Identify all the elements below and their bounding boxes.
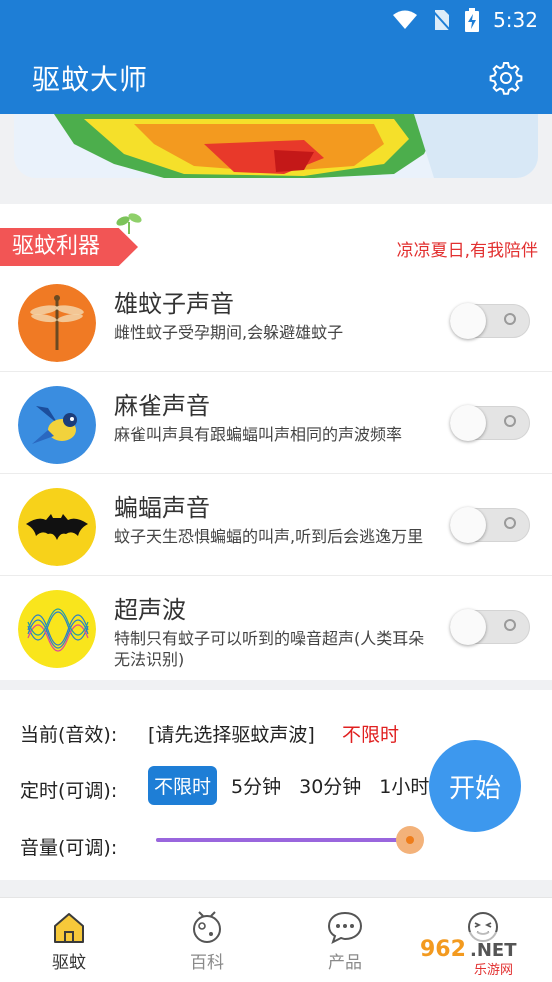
current-sound-label: 当前(音效): [20,724,118,746]
timer-option-5min[interactable]: 5分钟 [227,768,285,803]
sound-name: 蝙蝠声音 [114,494,210,522]
sparrow-icon [18,386,96,464]
divider [0,575,552,576]
list-item-male-mosquito[interactable]: 雄蚊子声音 雌性蚊子受孕期间,会躲避雄蚊子 [0,272,552,372]
ultrasonic-wave-icon [18,590,96,668]
volume-thumb[interactable] [396,826,424,854]
toggle-off-indicator [504,415,516,427]
divider [0,473,552,474]
wifi-icon [393,10,418,29]
timer-option-1hour[interactable]: 1小时 [375,768,433,803]
svg-text:乐游网: 乐游网 [474,963,513,978]
sound-name: 超声波 [114,596,186,624]
toggle-off-indicator [504,313,516,325]
toggle-off-indicator [504,619,516,631]
tab-repel[interactable]: 驱蚊 [24,910,114,973]
sound-description: 蚊子天生恐惧蝙蝠的叫声,听到后会逃逸万里 [114,527,424,546]
dragonfly-icon [18,284,96,362]
tab-label: 驱蚊 [52,953,86,973]
status-bar: 5:32 [0,0,552,42]
toggle-knob [450,405,486,441]
app-bar: 驱蚊大师 [0,42,552,114]
section-tag: 驱蚊利器 [0,228,138,266]
svg-text:.NET: .NET [470,940,517,961]
bat-icon [18,488,96,566]
bat-toggle[interactable] [450,507,530,543]
encyclopedia-icon [193,911,221,943]
timer-option-unlimited[interactable]: 不限时 [148,766,218,805]
sparrow-toggle[interactable] [450,405,530,441]
sound-list-section: 驱蚊利器 凉凉夏日,有我陪伴 雄蚊子声音 雌性蚊子受孕期间,会躲避雄蚊子 麻雀声… [0,204,552,680]
start-button[interactable]: 开始 [429,740,521,832]
no-sim-icon [431,9,451,31]
sound-name: 麻雀声音 [114,392,210,420]
mosquito-heat-map [14,114,538,178]
tab-products[interactable]: 产品 [300,910,390,973]
volume-slider[interactable] [156,826,424,854]
home-icon [54,913,84,943]
app-title: 驱蚊大师 [32,63,149,96]
volume-fill [156,838,410,842]
toggle-knob [450,609,486,645]
site-watermark-logo: 962 .NET 乐游网 [414,932,544,978]
timer-label: 定时(可调): [20,780,118,802]
section-slogan: 凉凉夏日,有我陪伴 [396,241,538,261]
settings-gear-icon[interactable] [488,60,524,96]
divider [0,371,552,372]
timer-options: 不限时 5分钟 30分钟 1小时 [148,766,433,805]
clock: 5:32 [493,8,538,32]
mosquito-map-banner[interactable] [14,114,538,178]
svg-text:962: 962 [420,937,466,962]
chat-icon [327,911,363,944]
sound-description: 麻雀叫声具有跟蝙蝠叫声相同的声波频率 [114,425,403,444]
male-mosquito-toggle[interactable] [450,303,530,339]
sound-description: 特制只有蚊子可以听到的噪音超声(人类耳朵无法识别) [114,629,425,669]
tab-encyclopedia[interactable]: 百科 [162,910,252,973]
timer-option-30min[interactable]: 30分钟 [295,768,365,803]
tab-label: 产品 [328,953,362,973]
battery-charging-icon [465,8,480,32]
current-sound-value: [请先选择驱蚊声波] [148,724,315,746]
sound-name: 雄蚊子声音 [114,290,234,318]
tab-label: 百科 [190,953,224,973]
sound-description: 雌性蚊子受孕期间,会躲避雄蚊子 [114,323,344,342]
list-item-sparrow[interactable]: 麻雀声音 麻雀叫声具有跟蝙蝠叫声相同的声波频率 [0,374,552,474]
volume-label: 音量(可调): [20,837,118,859]
toggle-knob [450,303,486,339]
toggle-off-indicator [504,517,516,529]
current-timer-mode: 不限时 [342,724,400,746]
list-item-bat[interactable]: 蝙蝠声音 蚊子天生恐惧蝙蝠的叫声,听到后会逃逸万里 [0,476,552,576]
list-item-ultrasonic[interactable]: 超声波 特制只有蚊子可以听到的噪音超声(人类耳朵无法识别) [0,578,552,678]
toggle-knob [450,507,486,543]
ultrasonic-toggle[interactable] [450,609,530,645]
